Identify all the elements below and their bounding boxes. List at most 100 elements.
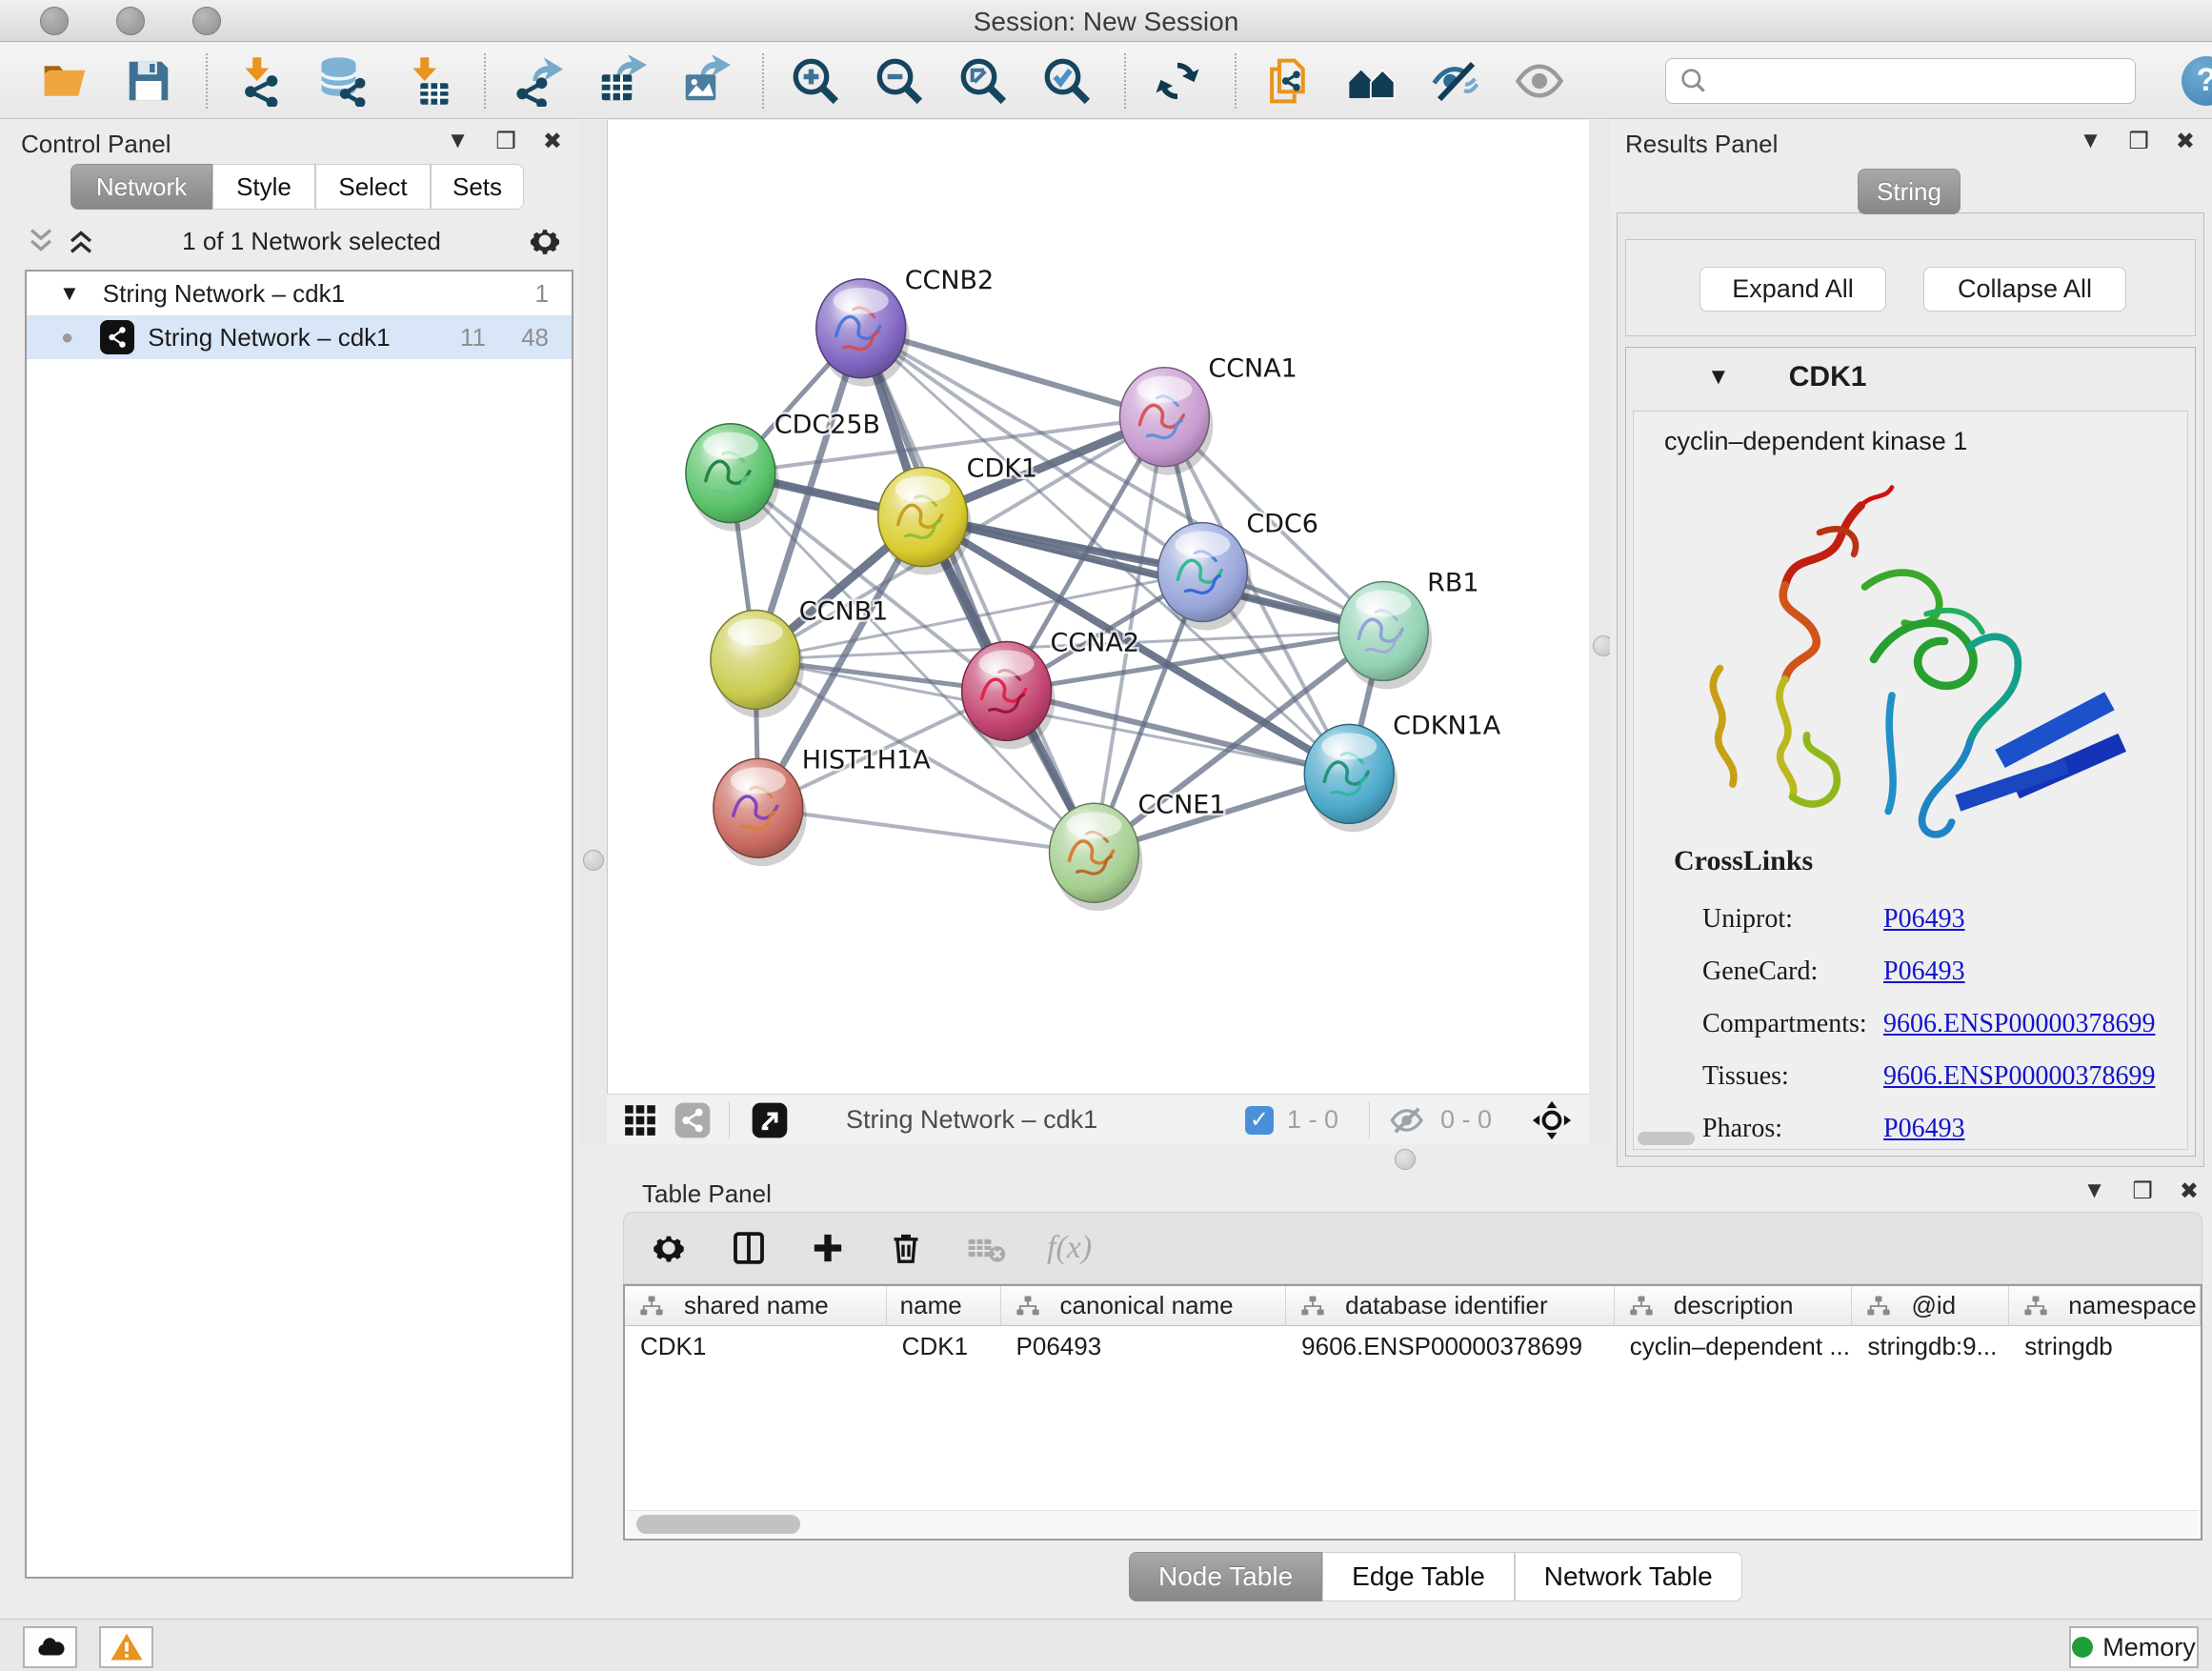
import-network-button[interactable] <box>232 54 286 108</box>
collapse-all-button[interactable]: Collapse All <box>1923 267 2126 312</box>
control-panel-menu-icon[interactable]: ▼ <box>447 128 470 155</box>
delete-table-button[interactable] <box>965 1227 1007 1269</box>
expand-all-button[interactable]: Expand All <box>1699 267 1886 312</box>
network-node-CCNA1[interactable] <box>1119 368 1213 475</box>
network-edge-HIST1H1A-CCNE1[interactable] <box>758 808 1095 853</box>
network-node-RB1[interactable] <box>1338 582 1432 690</box>
table-row[interactable]: CDK1CDK1P064939606.ENSP00000378699cyclin… <box>625 1326 2201 1366</box>
import-table-button[interactable] <box>400 54 453 108</box>
crosslink-value-link[interactable]: P06493 <box>1883 904 1965 935</box>
network-row[interactable]: ● String Network – cdk1 11 48 <box>27 315 572 359</box>
apply-layout-button[interactable] <box>1151 54 1204 108</box>
function-builder-button[interactable]: f(x) <box>1047 1230 1092 1266</box>
tab-string[interactable]: String <box>1858 169 1961 214</box>
warnings-button[interactable] <box>99 1626 153 1668</box>
column-header-description[interactable]: description <box>1615 1286 1853 1325</box>
network-node-CDKN1A[interactable] <box>1304 724 1398 832</box>
column-header-database-identifier[interactable]: database identifier <box>1286 1286 1615 1325</box>
table-cell[interactable]: stringdb <box>2009 1326 2201 1366</box>
column-header-name[interactable]: name <box>887 1286 1001 1325</box>
network-node-CDK1[interactable] <box>878 468 972 575</box>
help-button[interactable]: ? <box>2182 56 2212 106</box>
table-panel-close-icon[interactable]: ✖ <box>2180 1178 2199 1205</box>
table-cell[interactable]: 9606.ENSP00000378699 <box>1286 1326 1615 1366</box>
export-image-button[interactable] <box>678 54 732 108</box>
zoom-fit-button[interactable] <box>956 54 1010 108</box>
column-header-namespace[interactable]: namespace <box>2009 1286 2201 1325</box>
import-network-from-database-button[interactable] <box>316 54 370 108</box>
results-scrollbar-thumb[interactable] <box>1638 1132 1695 1145</box>
search-input[interactable] <box>1665 58 2136 104</box>
add-column-button[interactable] <box>809 1229 847 1267</box>
gene-collapse-icon[interactable]: ▼ <box>1707 364 1730 391</box>
tab-select[interactable]: Select <box>315 164 431 210</box>
crosslink-value-link[interactable]: 9606.ENSP00000378699 <box>1883 1009 2155 1039</box>
zoom-in-button[interactable] <box>789 54 842 108</box>
network-node-CCNA2[interactable] <box>962 641 1056 749</box>
control-panel-close-icon[interactable]: ✖ <box>543 128 562 155</box>
export-table-button[interactable] <box>594 54 648 108</box>
crosslink-row: Pharos:P06493 <box>1702 1102 2179 1155</box>
gear-icon[interactable] <box>526 222 564 260</box>
save-session-button[interactable] <box>122 54 175 108</box>
table-h-scrollbar-thumb[interactable] <box>636 1515 800 1534</box>
network-node-CCNB2[interactable] <box>816 279 910 387</box>
table-h-scrollbar[interactable] <box>627 1510 2199 1537</box>
control-panel-float-icon[interactable]: ❒ <box>495 128 516 155</box>
column-header-shared-name[interactable]: shared name <box>625 1286 887 1325</box>
network-edge-count: 48 <box>521 323 549 352</box>
table-settings-button[interactable] <box>649 1228 689 1268</box>
selected-checkbox-icon[interactable]: ✓ <box>1245 1106 1274 1135</box>
tab-edge-table[interactable]: Edge Table <box>1322 1552 1515 1601</box>
results-panel-close-icon[interactable]: ✖ <box>2176 128 2195 155</box>
tab-network[interactable]: Network <box>70 164 212 210</box>
clone-network-button[interactable] <box>1261 54 1315 108</box>
results-panel-menu-icon[interactable]: ▼ <box>2080 128 2102 155</box>
string-view-icon[interactable] <box>674 1101 712 1139</box>
show-columns-button[interactable] <box>729 1228 769 1268</box>
network-graph[interactable]: CCNB2CCNA1CDC25BCDK1CDC6RB1CCNB1CCNA2CDK… <box>608 120 1589 1093</box>
network-node-CCNE1[interactable] <box>1050 803 1143 911</box>
birds-eye-view-icon[interactable] <box>1530 1098 1574 1142</box>
open-in-new-window-icon[interactable] <box>751 1101 789 1139</box>
collapse-all-icon[interactable] <box>25 225 57 257</box>
export-network-button[interactable] <box>511 54 564 108</box>
first-neighbors-button[interactable] <box>1345 54 1398 108</box>
network-node-HIST1H1A[interactable] <box>714 758 807 866</box>
zoom-out-button[interactable] <box>873 54 926 108</box>
grid-view-icon[interactable] <box>622 1102 658 1138</box>
network-canvas[interactable]: CCNB2CCNA1CDC25BCDK1CDC6RB1CCNB1CCNA2CDK… <box>607 120 1589 1094</box>
delete-column-button[interactable] <box>887 1229 925 1267</box>
crosslink-value-link[interactable]: 9606.ENSP00000378699 <box>1883 1061 2155 1092</box>
show-all-button[interactable] <box>1513 54 1566 108</box>
expand-all-icon[interactable] <box>65 225 97 257</box>
network-node-CDC25B[interactable] <box>686 424 779 532</box>
memory-button[interactable]: Memory <box>2069 1626 2199 1668</box>
hide-selected-button[interactable] <box>1429 54 1482 108</box>
network-collection-row[interactable]: ▼ String Network – cdk1 1 <box>27 272 572 315</box>
tab-network-table[interactable]: Network Table <box>1515 1552 1742 1601</box>
table-cell[interactable]: CDK1 <box>887 1326 1001 1366</box>
table-cell[interactable]: stringdb:9... <box>1852 1326 2009 1366</box>
bottom-splitter-grip[interactable] <box>1395 1149 1416 1170</box>
tab-node-table[interactable]: Node Table <box>1129 1552 1322 1601</box>
cloud-button[interactable] <box>23 1626 77 1668</box>
table-cell[interactable]: P06493 <box>1001 1326 1287 1366</box>
tab-sets[interactable]: Sets <box>431 164 524 210</box>
left-splitter-grip[interactable] <box>583 850 604 871</box>
tab-style[interactable]: Style <box>212 164 315 210</box>
open-session-button[interactable] <box>38 54 91 108</box>
column-header--id[interactable]: @id <box>1852 1286 2009 1325</box>
crosslink-value-link[interactable]: P06493 <box>1883 1114 1965 1144</box>
table-panel-float-icon[interactable]: ❒ <box>2132 1178 2153 1205</box>
left-splitter[interactable] <box>580 120 608 1145</box>
gene-section-header[interactable]: ▼ CDK1 <box>1626 348 2195 407</box>
column-header-canonical-name[interactable]: canonical name <box>1001 1286 1287 1325</box>
zoom-selected-button[interactable] <box>1040 54 1094 108</box>
table-panel-menu-icon[interactable]: ▼ <box>2083 1178 2106 1205</box>
table-cell[interactable]: CDK1 <box>625 1326 887 1366</box>
collection-expand-icon[interactable]: ▼ <box>59 281 80 306</box>
results-panel-float-icon[interactable]: ❒ <box>2128 128 2149 155</box>
table-cell[interactable]: cyclin–dependent ... <box>1615 1326 1853 1366</box>
crosslink-value-link[interactable]: P06493 <box>1883 956 1965 987</box>
